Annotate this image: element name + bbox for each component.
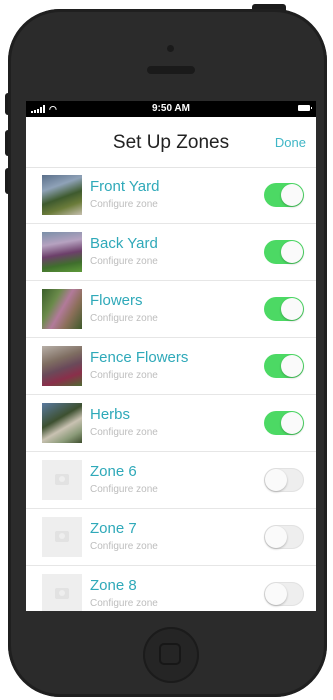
zone-photo-placeholder[interactable] [42,574,82,611]
zone-row[interactable]: Flowers Configure zone [26,281,316,338]
status-time: 9:50 AM [152,103,190,114]
zone-name[interactable]: Fence Flowers [90,349,188,366]
toggle-knob [265,583,287,605]
zone-list: Front Yard Configure zone Back Yard Configu… [26,167,316,611]
zone-photo-thumbnail[interactable] [42,289,82,329]
navigation-bar: Set Up Zones Done [26,117,316,168]
zone-toggle-switch[interactable] [264,582,304,606]
zone-name[interactable]: Zone 7 [90,520,137,537]
zone-toggle-switch[interactable] [264,354,304,378]
zone-configure-label[interactable]: Configure zone [90,484,158,495]
zone-toggle-switch[interactable] [264,411,304,435]
done-button[interactable]: Done [275,135,306,150]
zone-name[interactable]: Flowers [90,292,143,309]
toggle-knob [265,469,287,491]
page-title: Set Up Zones [112,132,230,153]
battery-icon [298,105,312,111]
zone-configure-label[interactable]: Configure zone [90,370,158,381]
toggle-knob [281,412,303,434]
zone-row[interactable]: Herbs Configure zone [26,395,316,452]
toggle-knob [281,298,303,320]
zone-row[interactable]: Zone 7 Configure zone [26,509,316,566]
zone-configure-label[interactable]: Configure zone [90,427,158,438]
zone-name[interactable]: Zone 6 [90,463,137,480]
zone-row[interactable]: Front Yard Configure zone [26,167,316,224]
front-camera-icon [167,45,174,52]
camera-icon [55,474,69,485]
camera-icon [55,531,69,542]
zone-name[interactable]: Back Yard [90,235,158,252]
zone-name[interactable]: Herbs [90,406,130,423]
app-screen: ◠ 9:50 AM Set Up Zones Done Front Yard Co… [26,101,316,611]
zone-configure-label[interactable]: Configure zone [90,541,158,552]
zone-photo-placeholder[interactable] [42,517,82,557]
camera-icon [55,588,69,599]
zone-toggle-switch[interactable] [264,468,304,492]
zone-configure-label[interactable]: Configure zone [90,313,158,324]
earpiece-speaker [147,66,195,74]
zone-photo-placeholder[interactable] [42,460,82,500]
toggle-knob [281,184,303,206]
zone-configure-label[interactable]: Configure zone [90,199,158,210]
toggle-knob [265,526,287,548]
zone-photo-thumbnail[interactable] [42,175,82,215]
zone-toggle-switch[interactable] [264,525,304,549]
zone-configure-label[interactable]: Configure zone [90,598,158,609]
zone-row[interactable]: Zone 6 Configure zone [26,452,316,509]
toggle-knob [281,355,303,377]
zone-row[interactable]: Zone 8 Configure zone [26,566,316,611]
zone-name[interactable]: Front Yard [90,178,159,195]
zone-toggle-switch[interactable] [264,297,304,321]
home-square-icon [159,643,181,665]
zone-toggle-switch[interactable] [264,240,304,264]
zone-photo-thumbnail[interactable] [42,346,82,386]
zone-row[interactable]: Fence Flowers Configure zone [26,338,316,395]
status-bar: ◠ 9:50 AM [26,101,316,117]
zone-name[interactable]: Zone 8 [90,577,137,594]
toggle-knob [281,241,303,263]
zone-row[interactable]: Back Yard Configure zone [26,224,316,281]
zone-photo-thumbnail[interactable] [42,403,82,443]
zone-photo-thumbnail[interactable] [42,232,82,272]
zone-toggle-switch[interactable] [264,183,304,207]
zone-configure-label[interactable]: Configure zone [90,256,158,267]
